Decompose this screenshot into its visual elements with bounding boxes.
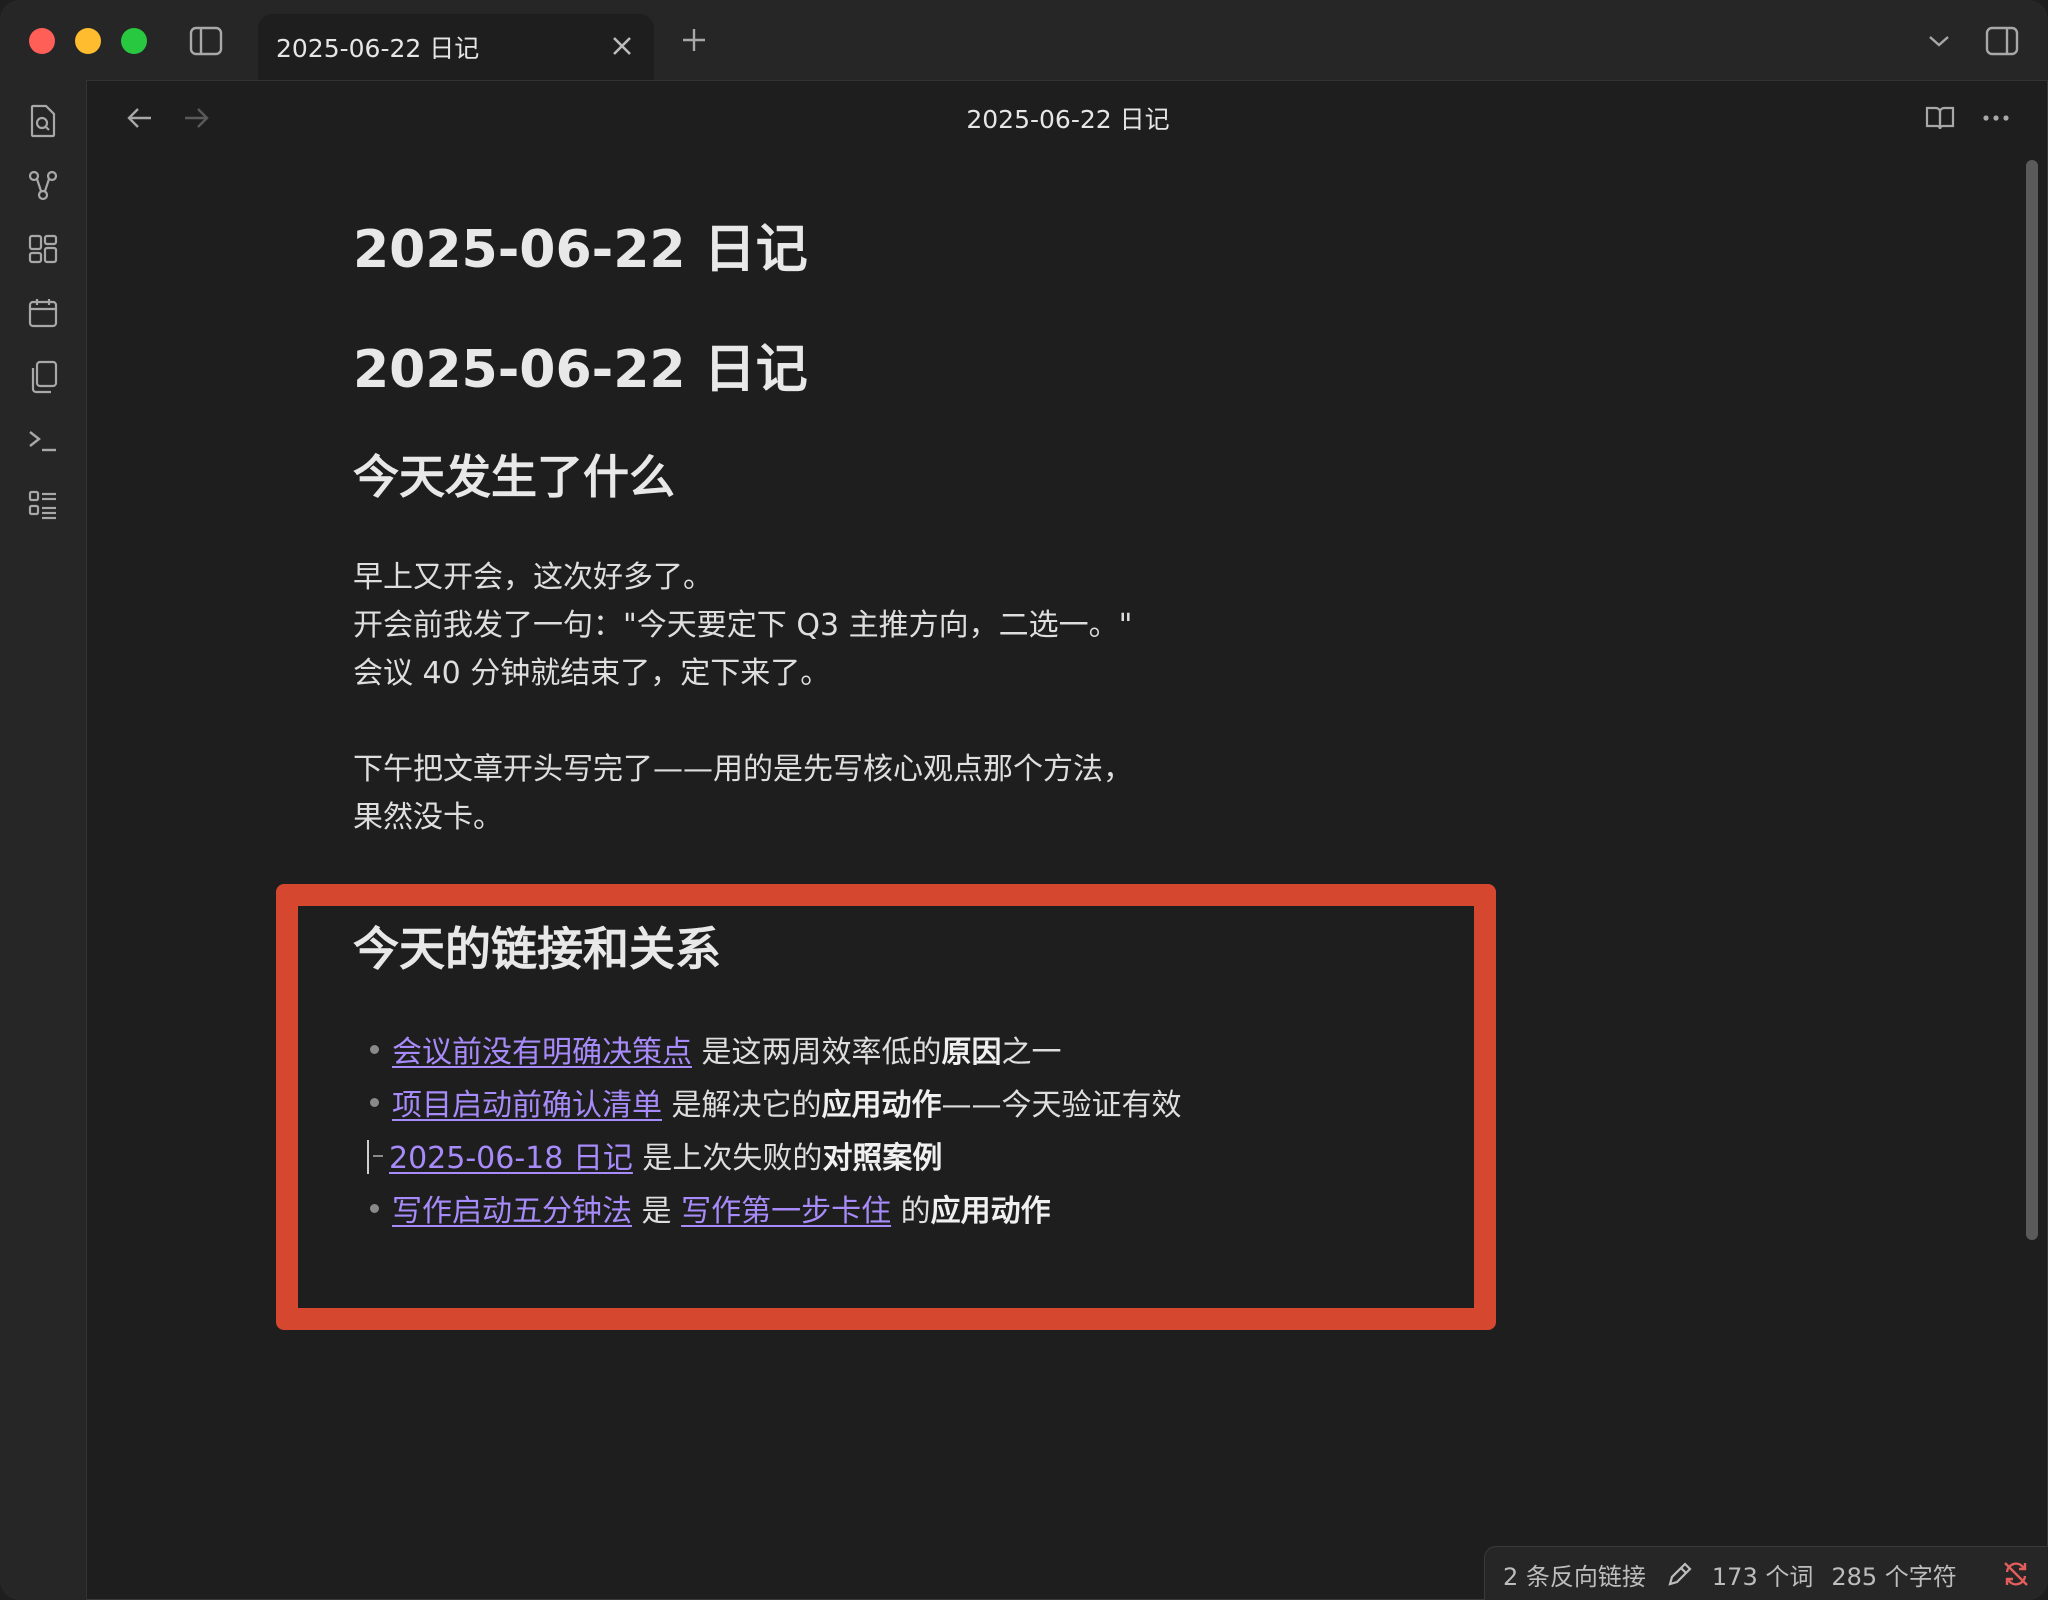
close-window-button[interactable] <box>29 28 55 54</box>
list-item[interactable]: 写作启动五分钟法 是 写作第一步卡住 的应用动作 <box>370 1185 1182 1238</box>
list-text: ——今天验证有效 <box>941 1088 1182 1123</box>
char-count: 285 个字符 <box>1831 1562 1957 1591</box>
bold-text: 应用动作 <box>821 1088 942 1123</box>
document-title-bar: 2025-06-22 日记 <box>0 100 2048 136</box>
bold-text: 对照案例 <box>822 1141 943 1176</box>
sync-status-icon[interactable] <box>2001 1559 2031 1589</box>
text-line: 下午把文章开头写完了——用的是先写核心观点那个方法， <box>353 752 1133 787</box>
status-bar: 2 条反向链接 173 个词 285 个字符 <box>1484 1546 2048 1600</box>
text-line: 开会前我发了一句："今天要定下 Q3 主推方向，二选一。" <box>353 608 1133 643</box>
list-text: 之一 <box>1001 1035 1062 1070</box>
bold-text: 原因 <box>941 1035 1002 1070</box>
close-icon[interactable] <box>608 32 636 60</box>
outline-list-icon[interactable] <box>24 486 62 524</box>
minimize-window-button[interactable] <box>75 28 101 54</box>
text-cursor <box>367 1139 369 1174</box>
text-line: 会议 40 分钟就结束了，定下来了。 <box>353 656 831 691</box>
backlinks-count[interactable]: 2 条反向链接 <box>1503 1557 1646 1592</box>
title-bar: 2025-06-22 日记 <box>0 0 2048 81</box>
list-text: 的 <box>891 1194 931 1229</box>
list-item[interactable]: 项目启动前确认清单 是解决它的应用动作——今天验证有效 <box>370 1079 1182 1132</box>
bullet-icon <box>370 1045 379 1054</box>
list-text: 是解决它的 <box>662 1088 822 1123</box>
sidebar-toggle-icon[interactable] <box>186 22 226 60</box>
scrollbar-thumb[interactable] <box>2026 160 2038 1240</box>
pencil-edit-icon[interactable] <box>1666 1560 1694 1588</box>
terminal-icon[interactable] <box>24 422 62 460</box>
internal-link[interactable]: 2025-06-18 日记 <box>389 1141 633 1176</box>
chevron-down-icon[interactable] <box>1922 24 1956 58</box>
text-line: 果然没卡。 <box>353 800 503 835</box>
paragraph-afternoon[interactable]: 下午把文章开头写完了——用的是先写核心观点那个方法， 果然没卡。 <box>353 746 1133 842</box>
left-ribbon <box>0 80 87 1600</box>
tab-title: 2025-06-22 日记 <box>276 34 480 63</box>
tab-active-note[interactable]: 2025-06-22 日记 <box>258 14 654 80</box>
bullet-icon <box>370 1204 379 1213</box>
internal-link[interactable]: 会议前没有明确决策点 <box>392 1035 692 1070</box>
app-window: 2025-06-22 日记 2025-06-22 日记 2025-06-22 日… <box>0 0 2048 1600</box>
internal-link[interactable]: 写作第一步卡住 <box>681 1194 891 1229</box>
reading-view-icon[interactable] <box>1922 100 1958 136</box>
list-text: 是 <box>632 1194 682 1229</box>
internal-link[interactable]: 写作启动五分钟法 <box>392 1194 632 1229</box>
scrollbar[interactable] <box>2026 160 2038 1240</box>
document-title[interactable]: 2025-06-22 日记 <box>966 100 1169 136</box>
heading-1[interactable]: 2025-06-22 日记 <box>353 344 808 396</box>
list-text: 是这两周效率低的 <box>692 1035 942 1070</box>
word-count: 173 个词 <box>1711 1562 1814 1591</box>
list-item[interactable]: 2025-06-18 日记 是上次失败的对照案例 <box>367 1132 1182 1185</box>
list-marker-dash <box>373 1154 383 1157</box>
note-inline-title[interactable]: 2025-06-22 日记 <box>353 224 808 276</box>
paragraph-morning[interactable]: 早上又开会，这次好多了。 开会前我发了一句："今天要定下 Q3 主推方向，二选一… <box>353 554 1132 698</box>
bullet-icon <box>370 1098 379 1107</box>
right-sidebar-toggle-icon[interactable] <box>1982 22 2022 60</box>
list-text: 是上次失败的 <box>632 1141 823 1176</box>
section-heading-what-happened[interactable]: 今天发生了什么 <box>353 454 675 500</box>
graph-view-icon[interactable] <box>24 166 62 204</box>
bold-text: 应用动作 <box>930 1194 1051 1229</box>
zoom-window-button[interactable] <box>121 28 147 54</box>
list-item[interactable]: 会议前没有明确决策点 是这两周效率低的原因之一 <box>370 1026 1182 1079</box>
internal-link[interactable]: 项目启动前确认清单 <box>392 1088 662 1123</box>
new-tab-icon[interactable] <box>676 22 712 58</box>
links-list: 会议前没有明确决策点 是这两周效率低的原因之一 项目启动前确认清单 是解决它的应… <box>367 1026 1182 1238</box>
more-options-icon[interactable] <box>1978 100 2014 136</box>
section-heading-links[interactable]: 今天的链接和关系 <box>353 926 721 972</box>
calendar-icon[interactable] <box>24 294 62 332</box>
copy-icon[interactable] <box>24 358 62 396</box>
canvas-icon[interactable] <box>24 230 62 268</box>
text-line: 早上又开会，这次好多了。 <box>353 560 713 595</box>
